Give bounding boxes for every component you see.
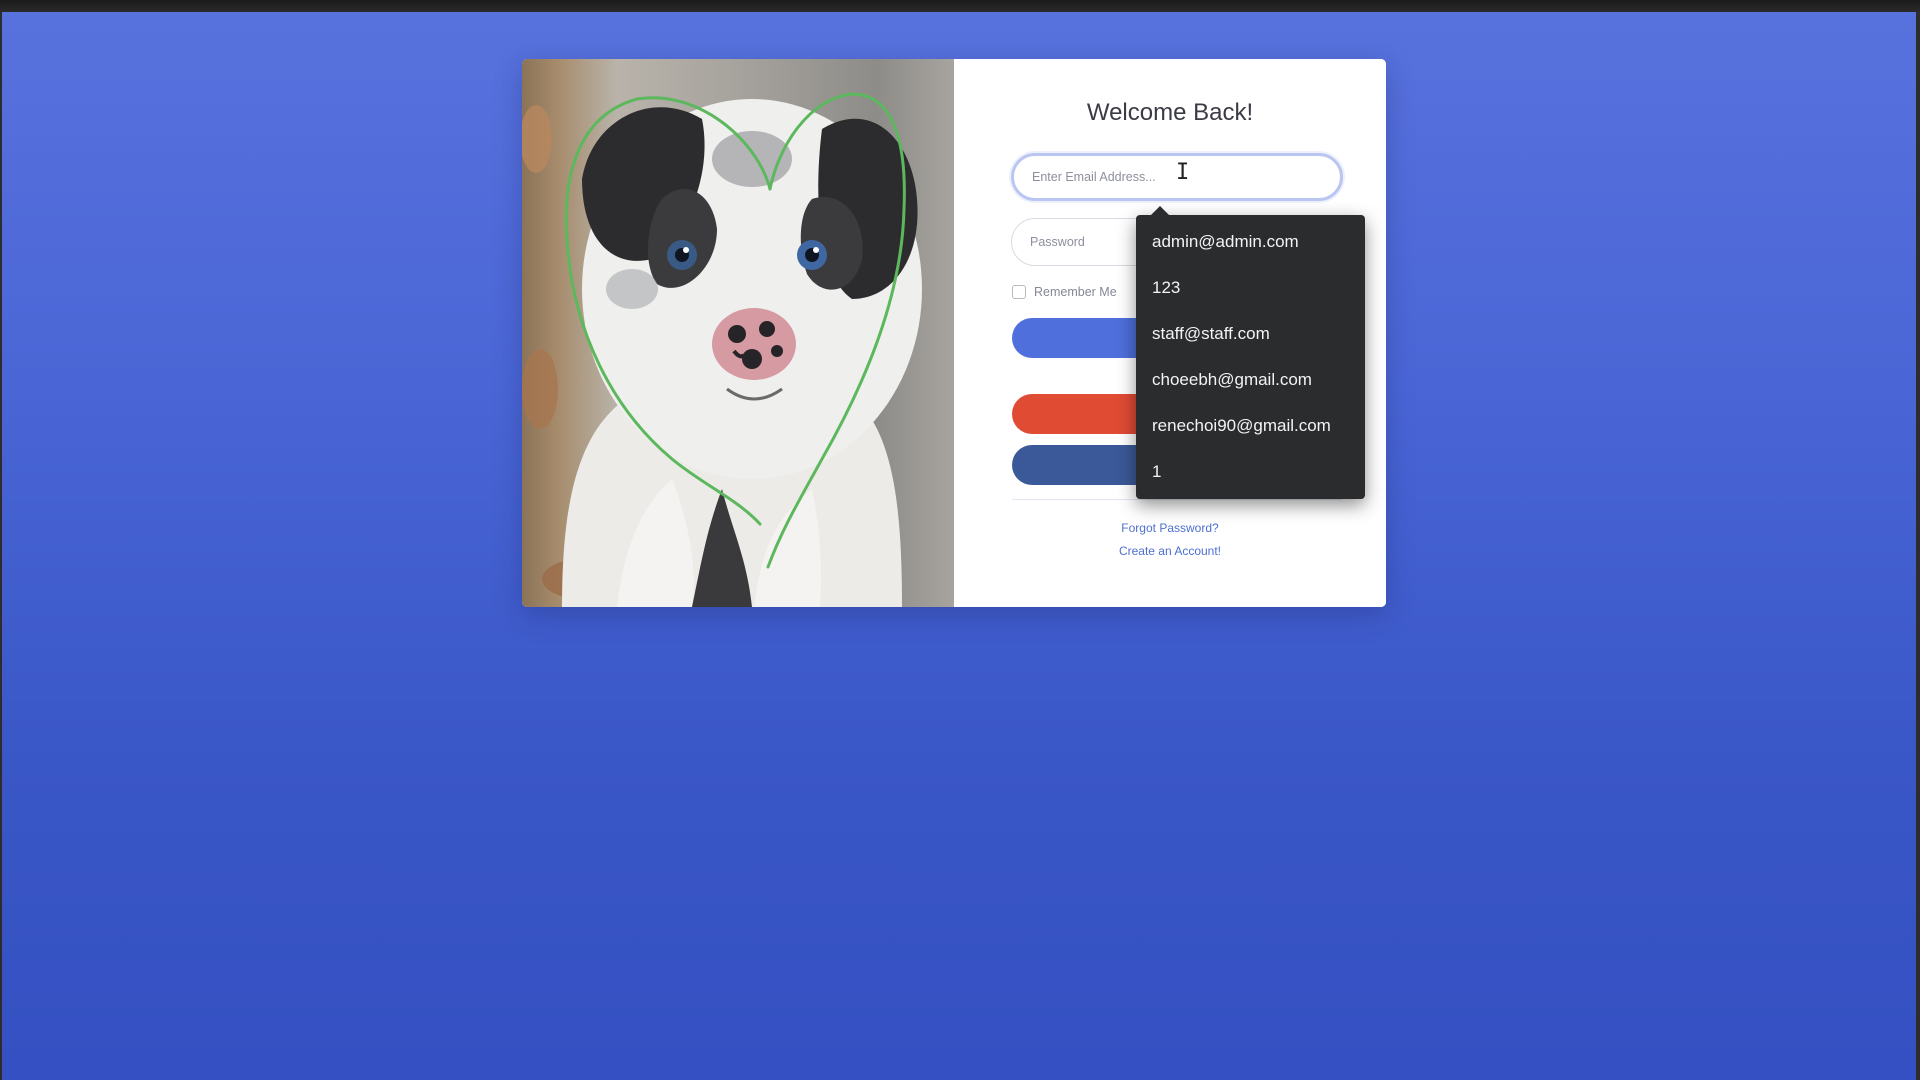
puppy-illustration [522, 92, 922, 607]
autofill-item[interactable]: 123 [1152, 277, 1180, 299]
create-account-link[interactable]: Create an Account! [954, 544, 1386, 558]
page-viewport: Welcome Back! Remember Me G f Forgot Pas… [2, 12, 1916, 1080]
remember-me[interactable]: Remember Me [1012, 283, 1117, 301]
text-cursor-icon: I [1176, 160, 1190, 185]
remember-checkbox[interactable] [1012, 285, 1026, 299]
puppy-photo [522, 59, 954, 607]
autofill-item[interactable]: choeebh@gmail.com [1152, 369, 1312, 391]
autofill-dropdown: admin@admin.com 123 staff@staff.com choe… [1136, 206, 1365, 499]
divider [1012, 499, 1342, 500]
autofill-arrow [1150, 206, 1170, 216]
autofill-item[interactable]: staff@staff.com [1152, 323, 1270, 345]
autofill-item[interactable]: admin@admin.com [1152, 231, 1299, 253]
page-title: Welcome Back! [1086, 99, 1254, 126]
autofill-item[interactable]: renechoi90@gmail.com [1152, 415, 1331, 437]
browser-top-bar [0, 0, 1920, 12]
remember-label: Remember Me [1034, 285, 1117, 299]
autofill-item[interactable]: 1 [1152, 461, 1161, 483]
forgot-password-link[interactable]: Forgot Password? [954, 521, 1386, 535]
